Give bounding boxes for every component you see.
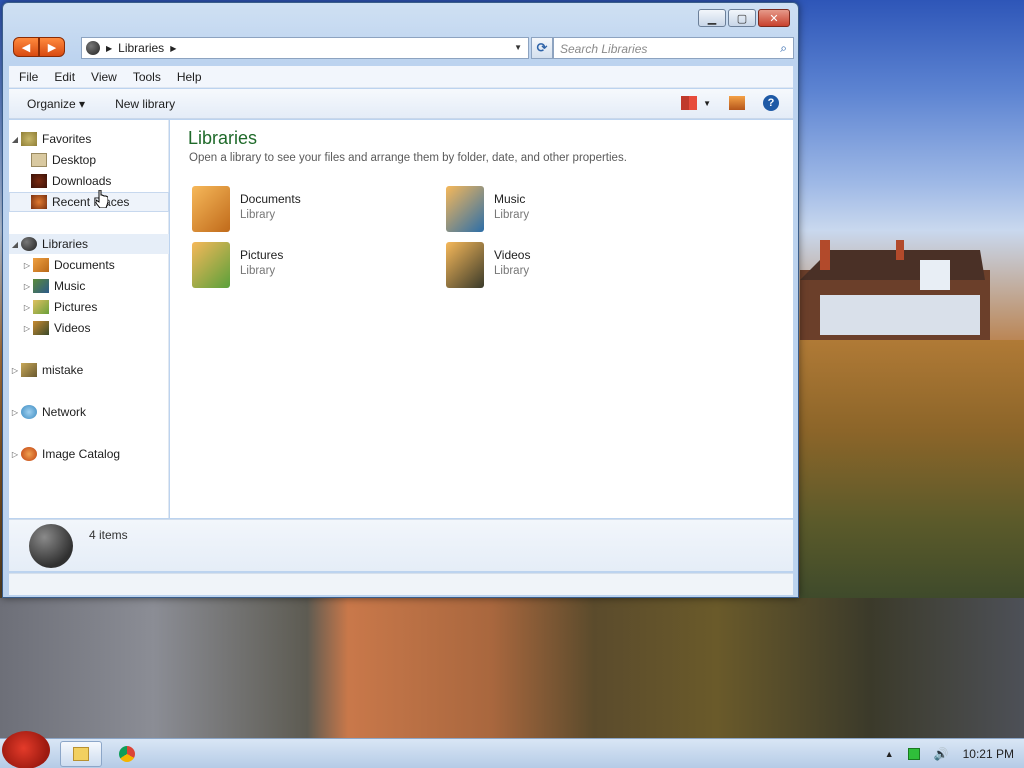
tree-documents[interactable]: ▷ Documents — [9, 255, 169, 275]
rocks-foreground — [0, 598, 1024, 740]
expand-arrow-icon[interactable]: ◢ — [9, 240, 21, 249]
library-music[interactable]: Music Library — [446, 186, 676, 238]
pictures-icon — [33, 300, 49, 314]
mouse-cursor-icon — [96, 190, 108, 208]
menu-view[interactable]: View — [91, 70, 117, 84]
tree-recent-places[interactable]: Recent Places — [9, 192, 169, 212]
page-title: Libraries — [188, 128, 258, 148]
back-button[interactable]: ◀ — [13, 37, 39, 57]
libraries-orb-icon — [86, 41, 100, 55]
search-input[interactable]: Search Libraries ⌕ — [553, 37, 794, 59]
tree-favorites[interactable]: ◢ Favorites — [9, 129, 169, 149]
house-image — [800, 240, 990, 350]
music-folder-icon — [446, 186, 484, 232]
expand-arrow-icon[interactable]: ▷ — [9, 366, 21, 375]
refresh-icon: ⟳ — [536, 40, 548, 55]
caption-buttons: ▁ ▢ ✕ — [698, 9, 790, 27]
maximize-button[interactable]: ▢ — [728, 9, 756, 27]
library-videos[interactable]: Videos Library — [446, 242, 676, 294]
new-library-button[interactable]: New library — [115, 97, 175, 111]
videos-folder-icon — [446, 242, 484, 288]
pictures-folder-icon — [192, 242, 230, 288]
tree-mistake[interactable]: ▷ mistake — [9, 360, 169, 380]
chrome-icon — [119, 746, 135, 762]
tree-libraries[interactable]: ◢ Libraries — [9, 234, 169, 254]
tree-pictures[interactable]: ▷ Pictures — [9, 297, 169, 317]
music-icon — [33, 279, 49, 293]
address-bar[interactable]: ▶ Libraries ▶ ▼ — [81, 37, 529, 59]
tree-desktop[interactable]: Desktop — [9, 150, 169, 170]
breadcrumb-libraries[interactable]: Libraries — [118, 41, 164, 55]
expand-arrow-icon[interactable]: ▷ — [9, 450, 21, 459]
system-tray: ▲ 🔊 10:21 PM — [885, 739, 1014, 768]
library-pictures[interactable]: Pictures Library — [192, 242, 422, 294]
show-hidden-icons-icon[interactable]: ▲ — [885, 749, 894, 759]
search-placeholder: Search Libraries — [560, 42, 648, 56]
expand-arrow-icon[interactable]: ▷ — [21, 303, 33, 312]
tree-image-catalog[interactable]: ▷ Image Catalog — [9, 444, 169, 464]
explorer-window: ▁ ▢ ✕ ◀ ▶ ▶ Libraries ▶ ▼ ⟳ Search Libra… — [2, 2, 799, 598]
tree-videos[interactable]: ▷ Videos — [9, 318, 169, 338]
search-icon[interactable]: ⌕ — [780, 41, 787, 56]
navigation-pane: ◢ Favorites Desktop Downloads Recent Pla… — [9, 120, 169, 518]
close-button[interactable]: ✕ — [758, 9, 790, 27]
documents-icon — [33, 258, 49, 272]
tree-network[interactable]: ▷ Network — [9, 402, 169, 422]
expand-arrow-icon[interactable]: ▷ — [9, 408, 21, 417]
start-button[interactable] — [2, 731, 50, 768]
page-subtitle: Open a library to see your files and arr… — [189, 152, 627, 164]
refresh-button[interactable]: ⟳ — [531, 37, 553, 59]
recent-places-icon — [31, 195, 47, 209]
command-bar: Organize ▾ New library ▼ ? — [9, 89, 793, 119]
navigation-row: ◀ ▶ ▶ Libraries ▶ ▼ ⟳ Search Libraries ⌕ — [13, 35, 795, 61]
address-dropdown-icon[interactable]: ▼ — [514, 43, 522, 52]
expand-arrow-icon[interactable]: ▷ — [21, 324, 33, 333]
image-catalog-icon — [21, 447, 37, 461]
taskbar-explorer[interactable] — [60, 741, 102, 767]
network-icon — [21, 405, 37, 419]
view-icon — [681, 96, 698, 110]
menu-edit[interactable]: Edit — [54, 70, 75, 84]
expand-arrow-icon[interactable]: ▷ — [21, 282, 33, 291]
forward-button[interactable]: ▶ — [39, 37, 65, 57]
library-documents[interactable]: Documents Library — [192, 186, 422, 238]
organize-button[interactable]: Organize ▾ — [27, 97, 85, 111]
menu-help[interactable]: Help — [177, 70, 202, 84]
libraries-icon — [21, 237, 37, 251]
expand-arrow-icon[interactable]: ◢ — [9, 135, 21, 144]
preview-pane-icon[interactable] — [729, 96, 745, 110]
breadcrumb-arrow-icon[interactable]: ▶ — [106, 44, 112, 53]
back-icon: ◀ — [21, 41, 31, 54]
menu-tools[interactable]: Tools — [133, 70, 161, 84]
forward-icon: ▶ — [47, 41, 57, 54]
videos-icon — [33, 321, 49, 335]
user-folder-icon — [21, 363, 37, 377]
speaker-icon[interactable]: 🔊 — [934, 747, 949, 761]
downloads-icon — [31, 174, 47, 188]
taskbar: ▲ 🔊 10:21 PM — [0, 731, 1024, 768]
menu-bar: File Edit View Tools Help — [9, 66, 793, 88]
documents-folder-icon — [192, 186, 230, 232]
chevron-down-icon: ▼ — [703, 98, 711, 108]
clock[interactable]: 10:21 PM — [963, 747, 1014, 761]
star-icon — [21, 132, 37, 146]
status-bar — [9, 573, 793, 595]
content-pane: Libraries Open a library to see your fil… — [170, 120, 793, 518]
help-icon[interactable]: ? — [763, 95, 779, 111]
tree-music[interactable]: ▷ Music — [9, 276, 169, 296]
desktop-icon — [31, 153, 47, 167]
item-count: 4 items — [89, 528, 128, 542]
minimize-button[interactable]: ▁ — [698, 9, 726, 27]
folder-icon — [73, 747, 89, 761]
tree-downloads[interactable]: Downloads — [9, 171, 169, 191]
breadcrumb-arrow-icon[interactable]: ▶ — [170, 44, 176, 53]
details-pane: 4 items — [9, 519, 793, 571]
battery-icon[interactable] — [907, 748, 920, 760]
expand-arrow-icon[interactable]: ▷ — [21, 261, 33, 270]
grass-hill — [800, 340, 1024, 600]
view-options-button[interactable]: ▼ — [681, 96, 711, 110]
taskbar-chrome[interactable] — [106, 741, 148, 767]
menu-file[interactable]: File — [19, 70, 38, 84]
libraries-large-icon — [29, 524, 73, 568]
